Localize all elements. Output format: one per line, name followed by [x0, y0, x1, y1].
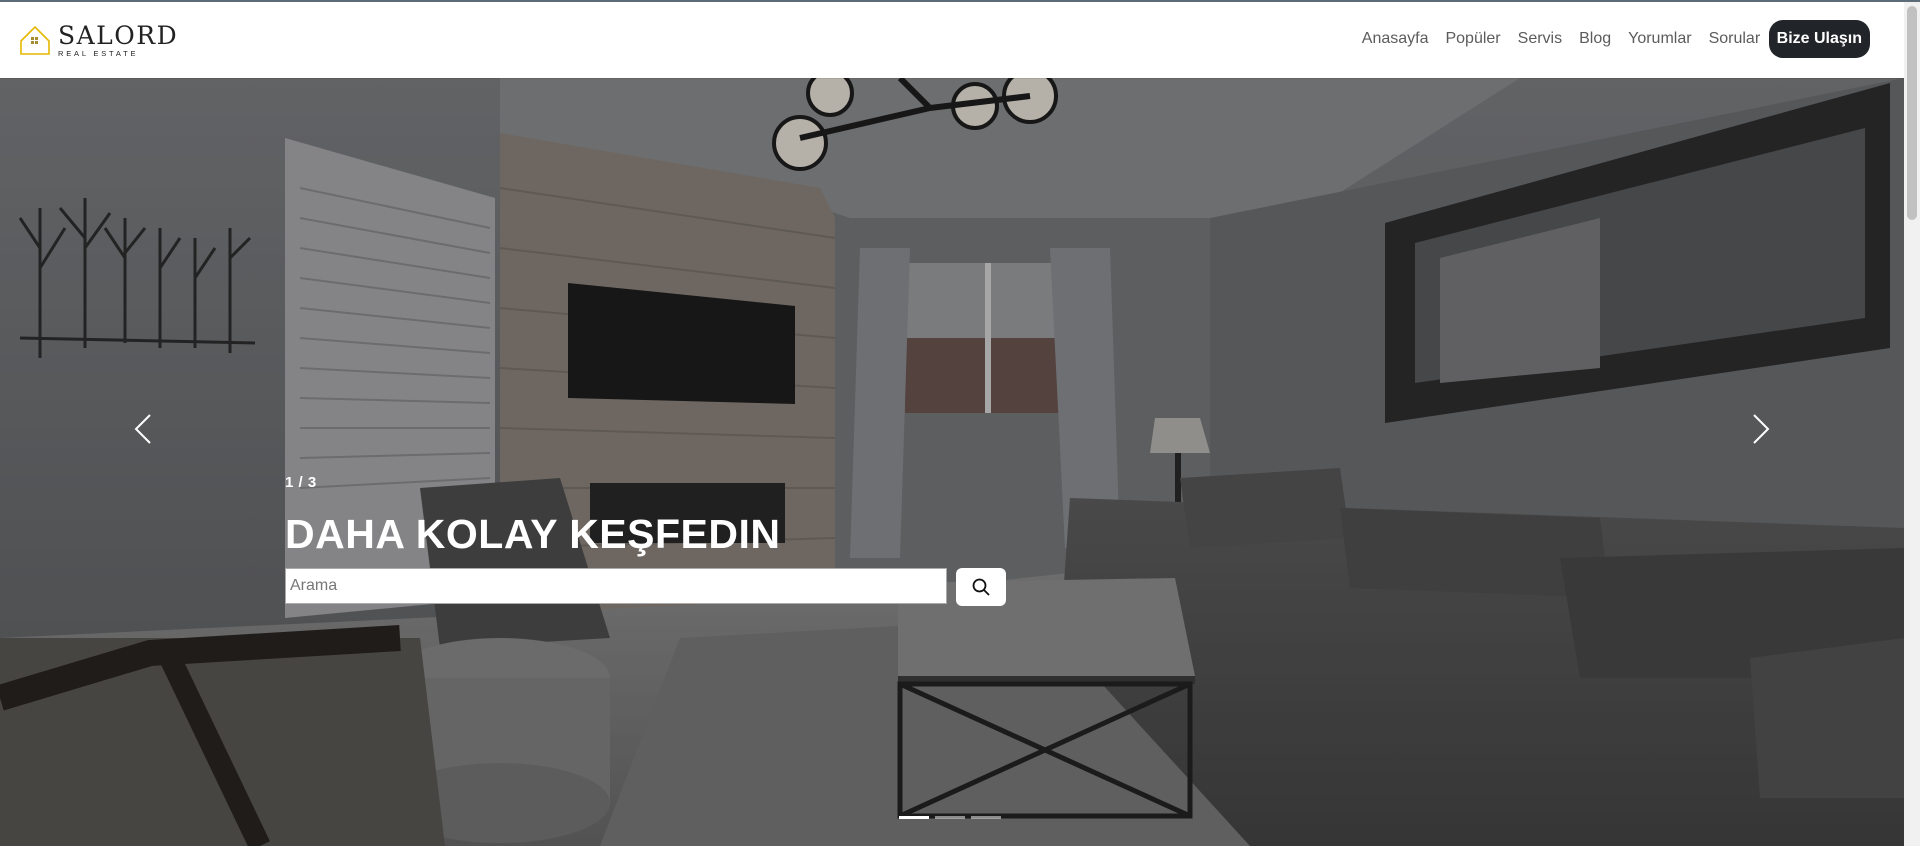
- house-logo-icon: [20, 25, 50, 55]
- search-button[interactable]: [956, 568, 1006, 606]
- nav-link-reviews[interactable]: Yorumlar: [1620, 30, 1700, 48]
- search-input[interactable]: [285, 568, 947, 604]
- hero-title: DAHA KOLAY KEŞFEDIN: [285, 511, 781, 557]
- nav-link-popular[interactable]: Popüler: [1437, 30, 1509, 48]
- hero-carousel: 1 / 3 DAHA KOLAY KEŞFEDIN: [0, 78, 1904, 846]
- nav-link-faq[interactable]: Sorular: [1700, 30, 1769, 48]
- hero-caption: 1 / 3 DAHA KOLAY KEŞFEDIN: [285, 474, 1045, 558]
- nav-link-blog[interactable]: Blog: [1571, 30, 1620, 48]
- contact-us-button[interactable]: Bize Ulaşın: [1768, 20, 1870, 58]
- chevron-left-icon[interactable]: [128, 409, 158, 449]
- main-nav: Anasayfa Popüler Servis Blog Yorumlar So…: [1353, 20, 1870, 58]
- hero-search: [285, 568, 1006, 606]
- brand-tagline: REAL ESTATE: [58, 48, 139, 58]
- carousel-indicator-3[interactable]: [971, 816, 1001, 819]
- nav-link-home[interactable]: Anasayfa: [1353, 30, 1437, 48]
- scrollbar-thumb[interactable]: [1907, 6, 1917, 220]
- search-icon: [972, 578, 990, 596]
- slide-counter: 1 / 3: [285, 474, 317, 491]
- carousel-indicators: [899, 816, 1001, 819]
- brand-name: SALORD: [58, 20, 179, 50]
- chevron-right-icon[interactable]: [1746, 409, 1776, 449]
- brand-logo[interactable]: SALORD REAL ESTATE: [18, 20, 178, 60]
- carousel-indicator-2[interactable]: [935, 816, 965, 819]
- navbar: SALORD REAL ESTATE Anasayfa Popüler Serv…: [0, 2, 1904, 78]
- carousel-indicator-1[interactable]: [899, 816, 929, 819]
- page-scrollbar[interactable]: [1904, 2, 1920, 846]
- nav-link-service[interactable]: Servis: [1509, 30, 1570, 48]
- hero-background-image: [0, 78, 1904, 846]
